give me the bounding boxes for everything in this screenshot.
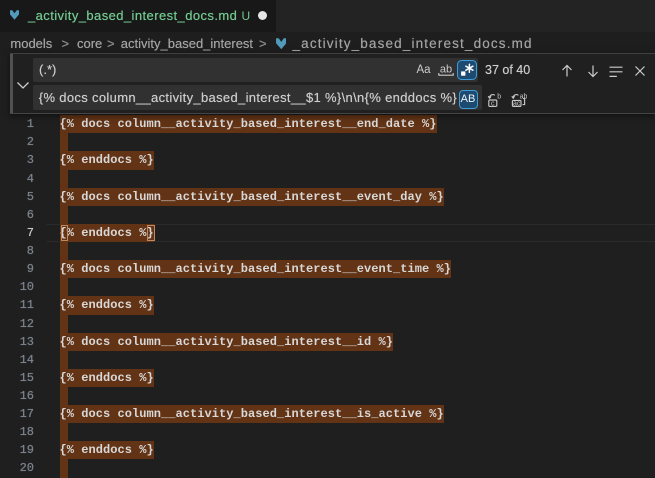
svg-text:ac: ac (513, 101, 521, 108)
svg-text:c: c (491, 101, 495, 108)
svg-text:ab: ab (520, 93, 527, 100)
svg-text:ab: ab (439, 64, 451, 76)
svg-text:b: b (497, 94, 501, 101)
